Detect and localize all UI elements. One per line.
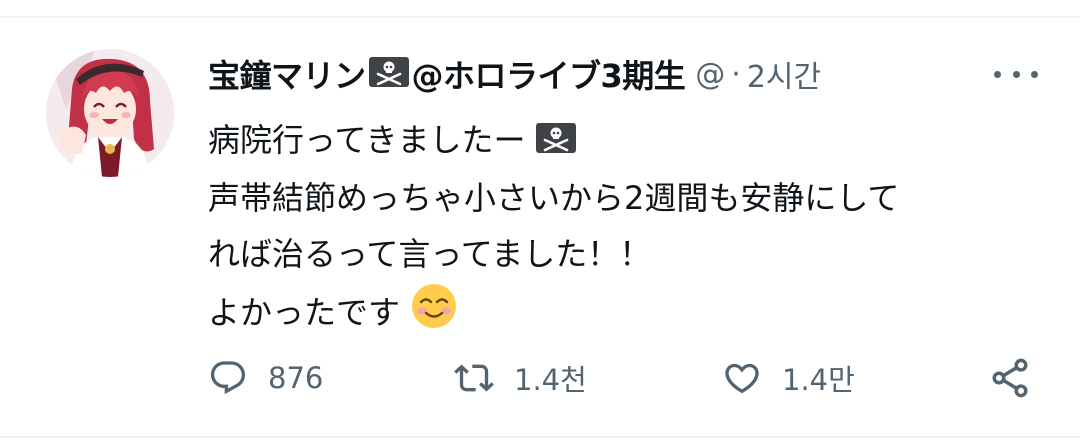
tweet-line-2: 声帯結節めっちゃ小さいから2週間も安静にして xyxy=(208,179,900,217)
smiling-face-emoji xyxy=(410,282,458,347)
timestamp[interactable]: 2시간 xyxy=(747,52,821,96)
avatar[interactable] xyxy=(46,49,174,177)
avatar-image xyxy=(46,49,174,177)
tweet-header: 宝鐘マリン @ホロライブ3期生 @ · 2시간 xyxy=(208,48,1044,100)
reply-icon xyxy=(210,361,246,395)
bottom-divider xyxy=(0,436,1080,438)
action-bar: 876 1.4천 1.4만 xyxy=(208,352,1044,404)
more-dot xyxy=(994,70,1001,78)
tweet-line-1: 病院行ってきましたー xyxy=(208,112,1044,170)
heart-icon xyxy=(725,363,759,394)
more-options-icon[interactable] xyxy=(994,64,1038,84)
display-name-suffix[interactable]: @ホロライブ3期生 xyxy=(412,51,686,97)
top-divider xyxy=(0,16,1080,18)
retweet-count: 1.4천 xyxy=(514,363,587,397)
tweet[interactable]: 宝鐘マリン @ホロライブ3期生 @ · 2시간 病院行ってきましたー 声帯結節め… xyxy=(208,48,1044,347)
user-handle[interactable]: @ xyxy=(695,57,725,92)
tweet-line-3: れば治るって言ってました！！ xyxy=(208,235,652,273)
share-icon xyxy=(992,358,1028,398)
pirate-flag-icon xyxy=(368,57,409,91)
reply-count: 876 xyxy=(268,361,324,395)
tweet-text: 病院行ってきましたー 声帯結節めっちゃ小さいから2週間も安静にして れば治るって… xyxy=(208,112,1044,347)
pirate-flag-icon xyxy=(535,114,576,170)
tweet-line-4: よかったです xyxy=(208,282,1044,347)
like-count: 1.4만 xyxy=(782,363,855,397)
like-button[interactable]: 1.4만 xyxy=(722,352,855,404)
more-dot xyxy=(1031,70,1038,78)
separator-dot: · xyxy=(731,56,741,92)
more-dot xyxy=(1012,70,1020,78)
display-name[interactable]: 宝鐘マリン xyxy=(208,51,366,97)
retweet-button[interactable]: 1.4천 xyxy=(454,352,587,404)
retweet-icon xyxy=(454,364,494,392)
tweet-line-1-text: 病院行ってきましたー xyxy=(208,121,526,159)
reply-button[interactable]: 876 xyxy=(208,352,323,404)
tweet-line-4-text: よかったです xyxy=(208,293,401,332)
share-button[interactable] xyxy=(988,352,1032,404)
